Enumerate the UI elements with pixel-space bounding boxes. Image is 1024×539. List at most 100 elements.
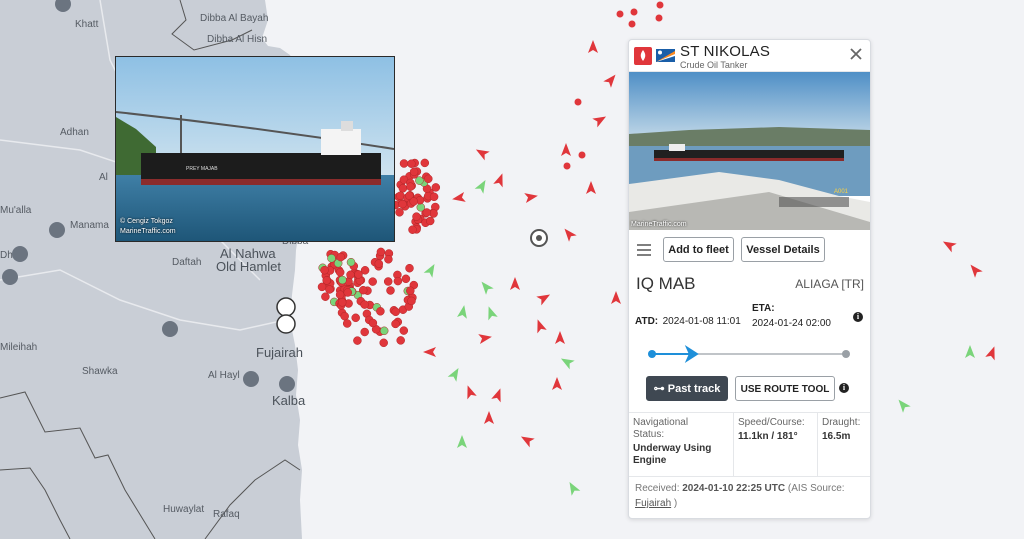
- anchored-vessel-marker-icon: [406, 182, 415, 191]
- vessel-details-button[interactable]: Vessel Details: [741, 237, 825, 262]
- anchored-vessel-marker-icon: [368, 318, 378, 328]
- nav-status-cell: Navigational Status: Underway Using Engi…: [629, 413, 734, 476]
- port-anchor-icon: [276, 314, 296, 334]
- anchored-vessel-marker-icon: [360, 300, 369, 309]
- anchored-vessel-marker-icon: [376, 247, 386, 257]
- ais-source-link[interactable]: Fujairah: [635, 498, 671, 509]
- place-khatt: Khatt: [75, 19, 99, 30]
- vessel-marker-icon: [578, 151, 586, 159]
- use-route-tool-button[interactable]: USE ROUTE TOOL: [735, 376, 835, 401]
- anchored-vessel-marker-icon: [368, 277, 377, 286]
- poi-marker-icon: [49, 222, 65, 238]
- nav-status-value: Underway Using: [633, 443, 712, 454]
- anchored-vessel-marker-icon: [320, 265, 329, 275]
- anchored-vessel-marker-icon: [409, 167, 419, 177]
- place-al: Al: [99, 172, 108, 183]
- eta-value: 2024-01-24 02:00: [752, 318, 831, 329]
- anchored-vessel-marker-icon: [399, 159, 409, 168]
- svg-text:PREY MAJAB: PREY MAJAB: [186, 166, 218, 172]
- tanker-type-icon: [634, 47, 652, 65]
- anchored-vessel-marker-icon: [398, 199, 407, 209]
- add-to-fleet-button[interactable]: Add to fleet: [663, 237, 734, 262]
- vessel-type: Crude Oil Tanker: [680, 60, 748, 70]
- anchored-vessel-marker-icon: [346, 257, 356, 267]
- anchored-vessel-marker-icon: [429, 192, 439, 202]
- anchored-vessel-marker-icon: [336, 252, 346, 262]
- anchored-vessel-marker-icon: [358, 285, 368, 295]
- anchored-vessel-marker-icon: [412, 212, 421, 221]
- info-icon[interactable]: i: [853, 312, 863, 322]
- vessel-info-panel: ST NIKOLAS Crude Oil Tanker A001 MarineT…: [628, 39, 871, 519]
- menu-icon[interactable]: [637, 243, 651, 256]
- anchored-vessel-marker-icon: [325, 285, 334, 294]
- destination-dot: [842, 350, 850, 358]
- anchored-vessel-marker-icon: [360, 327, 369, 337]
- poi-marker-icon: [243, 371, 259, 387]
- anchored-vessel-marker-icon: [408, 225, 417, 234]
- anchored-vessel-marker-icon: [321, 292, 330, 301]
- panel-header: ST NIKOLAS Crude Oil Tanker: [629, 40, 870, 72]
- anchored-vessel-marker-icon: [406, 286, 415, 295]
- place-mileihah: Mileihah: [0, 342, 37, 353]
- anchored-vessel-marker-icon: [393, 276, 403, 286]
- place-huwaylat: Huwaylat: [163, 504, 204, 515]
- destination-port: ALIAGA [TR]: [795, 277, 864, 291]
- anchored-vessel-marker-icon: [415, 176, 424, 185]
- draught-value: 16.5m: [822, 431, 851, 442]
- close-icon[interactable]: [847, 45, 865, 63]
- vessel-marker-icon: [656, 1, 664, 9]
- destination-code: IQ MAB: [636, 274, 696, 293]
- anchored-vessel-marker-icon: [335, 268, 345, 277]
- anchored-vessel-marker-icon: [396, 336, 405, 345]
- anchored-vessel-marker-icon: [398, 184, 408, 193]
- anchored-vessel-marker-icon: [342, 319, 352, 328]
- place-dibba-bayah: Dibba Al Bayah: [200, 13, 268, 24]
- received-time: 2024-01-10 22:25 UTC: [682, 483, 786, 494]
- place-kalba: Kalba: [272, 393, 306, 408]
- place-manama: Manama: [70, 220, 109, 231]
- place-old-hamlet: Old Hamlet: [216, 259, 281, 274]
- vessel-marker-icon: [574, 98, 582, 106]
- eta-block: ETA: 2024-01-24 02:00: [752, 303, 831, 329]
- vessel-marker-icon: [655, 14, 663, 22]
- past-track-button[interactable]: ⊶ Past track: [646, 376, 728, 401]
- place-daftah: Daftah: [172, 257, 201, 268]
- anchored-vessel-marker-icon: [425, 216, 435, 226]
- origin-dot: [648, 350, 656, 358]
- voyage-progress: [648, 345, 850, 363]
- anchored-vessel-marker-icon: [396, 191, 405, 200]
- anchored-vessel-marker-icon: [399, 326, 409, 335]
- photo-credit: © Cengiz Tokgoz MarineTraffic.com: [120, 218, 176, 235]
- vessel-hover-photo: PREY MAJAB © Cengiz Tokgoz MarineTraffic…: [115, 56, 395, 242]
- anchored-vessel-marker-icon: [376, 307, 385, 316]
- place-dibba-hisn: Dibba Al Hisn: [207, 34, 267, 45]
- vessel-marker-icon: [628, 20, 636, 28]
- vessel-photo[interactable]: A001 MarineTraffic.com: [629, 72, 870, 230]
- anchored-vessel-marker-icon: [422, 208, 432, 217]
- vessel-name: ST NIKOLAS: [680, 43, 771, 60]
- anchored-vessel-marker-icon: [384, 255, 393, 264]
- port-marker-icon: [279, 376, 295, 392]
- port-anchor-icon: [276, 297, 296, 317]
- vessel-stats-grid: Navigational Status: Underway Using Engi…: [629, 412, 870, 477]
- anchored-vessel-marker-icon: [395, 208, 404, 217]
- vessel-photo-image: PREY MAJAB: [116, 57, 394, 241]
- poi-marker-icon: [162, 321, 178, 337]
- anchored-vessel-marker-icon: [407, 159, 416, 168]
- poi-marker-icon: [2, 269, 18, 285]
- info-icon[interactable]: i: [839, 383, 849, 393]
- anchored-vessel-marker-icon: [343, 288, 353, 297]
- anchored-vessel-marker-icon: [424, 174, 433, 184]
- anchored-vessel-marker-icon: [351, 313, 360, 323]
- anchored-vessel-marker-icon: [327, 254, 336, 263]
- anchored-vessel-marker-icon: [386, 286, 395, 295]
- svg-text:A001: A001: [834, 189, 849, 195]
- place-rafaq: Rafaq: [213, 509, 240, 520]
- anchored-vessel-marker-icon: [353, 336, 362, 345]
- vessel-photo-image: A001: [629, 72, 870, 230]
- received-info: Received: 2024-01-10 22:25 UTC (AIS Sour…: [635, 483, 845, 509]
- anchored-vessel-marker-icon: [383, 277, 393, 286]
- place-al-hayl: Al Hayl: [208, 370, 240, 381]
- anchored-vessel-marker-icon: [322, 276, 331, 285]
- anchored-vessel-marker-icon: [337, 298, 347, 307]
